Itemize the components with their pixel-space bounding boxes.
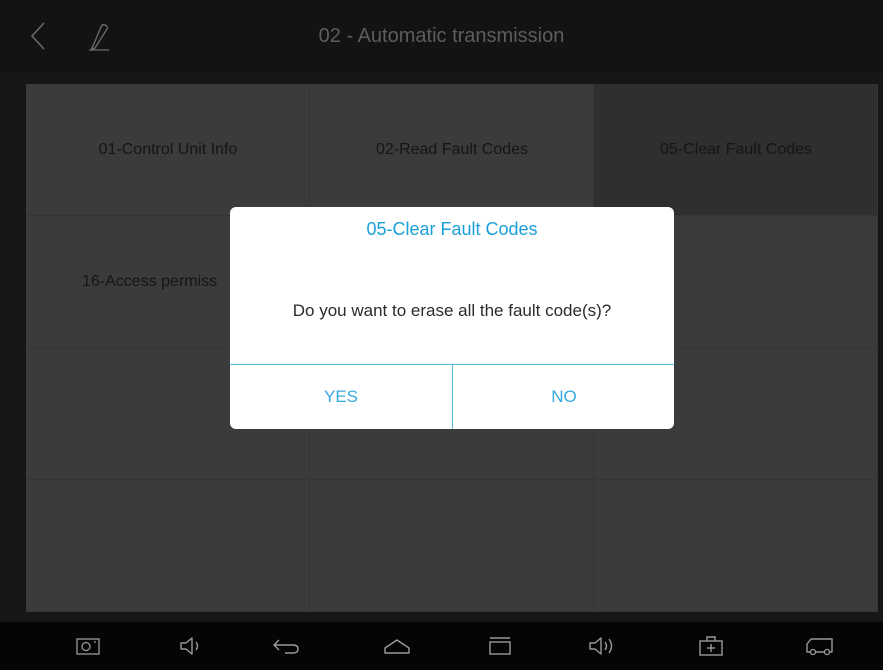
top-bar: 02 - Automatic transmission: [0, 0, 883, 72]
volume-up-icon: [589, 637, 613, 655]
confirm-dialog: 05-Clear Fault Codes Do you want to eras…: [230, 207, 674, 429]
menu-item-empty: [310, 480, 594, 612]
system-navigation-bar: [0, 622, 883, 670]
toolbox-button[interactable]: [695, 630, 727, 662]
volume-down-icon: [180, 637, 199, 655]
back-nav-button[interactable]: [270, 630, 302, 662]
menu-item-read-fault-codes[interactable]: 02-Read Fault Codes: [310, 84, 594, 216]
recents-icon: [489, 637, 511, 655]
home-icon: [384, 639, 410, 654]
vehicle-button[interactable]: [803, 630, 835, 662]
menu-item-empty: [26, 480, 310, 612]
screenshot-button[interactable]: [72, 630, 104, 662]
truck-icon: [806, 638, 833, 656]
camera-icon: [76, 638, 100, 655]
dialog-message: Do you want to erase all the fault code(…: [292, 301, 612, 320]
no-button[interactable]: NO: [453, 365, 674, 429]
dialog-title: 05-Clear Fault Codes: [366, 219, 538, 239]
yes-button[interactable]: YES: [230, 365, 452, 429]
volume-up-button[interactable]: [587, 630, 619, 662]
volume-down-button[interactable]: [176, 630, 208, 662]
back-arrow-icon: [273, 639, 299, 654]
recents-button[interactable]: [484, 630, 516, 662]
page-title: 02 - Automatic transmission: [318, 25, 565, 47]
toolbox-icon: [699, 636, 723, 656]
menu-item-clear-fault-codes[interactable]: 05-Clear Fault Codes: [594, 84, 878, 216]
home-button[interactable]: [381, 630, 413, 662]
menu-item-control-unit-info[interactable]: 01-Control Unit Info: [26, 84, 310, 216]
menu-item-empty: [594, 480, 878, 612]
